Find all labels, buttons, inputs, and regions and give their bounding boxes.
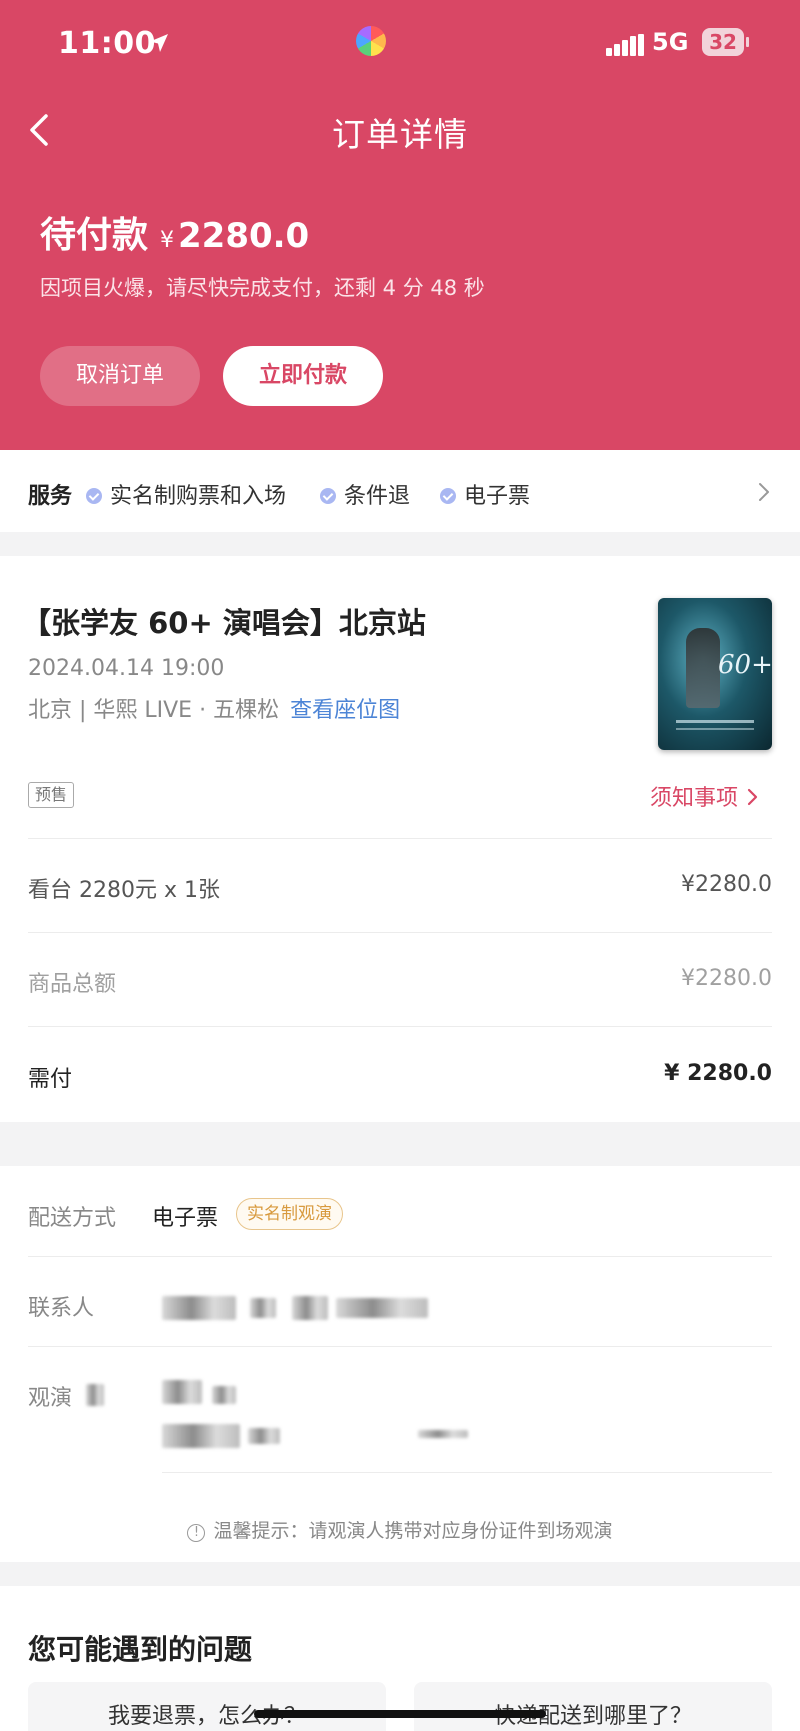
check-icon: [86, 488, 102, 504]
subtotal-label: 商品总额: [28, 972, 117, 997]
total-value: ¥ 2280.0: [664, 1061, 772, 1086]
service-item: 条件退: [320, 478, 410, 510]
attendee-label: 观演: [28, 1386, 73, 1411]
total-label: 需付: [28, 1067, 73, 1092]
tip-row: ! 温馨提示：请观演人携带对应身份证件到场观演: [0, 1516, 800, 1543]
event-datetime: 2024.04.14 19:00: [28, 656, 225, 681]
faq-refund-button[interactable]: 我要退票，怎么办？: [28, 1682, 386, 1731]
status-currency: ¥: [160, 228, 175, 253]
status-bar: 11:00 5G 32: [0, 20, 800, 70]
divider: [162, 1472, 772, 1473]
contact-label: 联系人: [28, 1296, 95, 1321]
faq-delivery-button[interactable]: 快递配送到哪里了？: [414, 1682, 772, 1731]
order-header: 11:00 5G 32 订单详情 待付款 ¥2280.0 因项目火爆，请尽快完成支…: [0, 0, 800, 450]
faq-title: 您可能遇到的问题: [28, 1633, 253, 1666]
chevron-right-icon: [747, 788, 758, 806]
delivery-method-value: 电子票: [152, 1206, 219, 1231]
delivery-method-label: 配送方式: [28, 1206, 117, 1231]
divider: [28, 838, 772, 839]
cellular-signal-icon: [606, 34, 644, 56]
battery-icon: 32: [702, 28, 744, 56]
ticket-value: ¥2280.0: [681, 872, 772, 897]
check-icon: [440, 488, 456, 504]
event-card: 【张学友 60+ 演唱会】北京站 2024.04.14 19:00 北京 | 华…: [0, 556, 800, 1122]
real-name-badge: 实名制观演: [236, 1198, 343, 1230]
divider: [28, 1346, 772, 1347]
redacted-attendee: [212, 1386, 236, 1404]
divider: [28, 932, 772, 933]
service-item: 实名制购票和入场: [86, 478, 286, 510]
notice-link[interactable]: 须知事项: [650, 780, 762, 812]
event-venue: 北京 | 华熙 LIVE · 五棵松 查看座位图: [28, 692, 400, 724]
info-icon: !: [187, 1524, 206, 1542]
app-logo-icon: [356, 26, 386, 56]
network-type: 5G: [652, 28, 689, 56]
event-title: 【张学友 60+ 演唱会】北京站: [22, 606, 426, 640]
poster-figure: [686, 628, 720, 708]
ticket-label: 看台 2280元 x 1张: [28, 878, 220, 903]
redacted-attendee: [162, 1380, 202, 1404]
home-indicator[interactable]: [254, 1710, 546, 1718]
venue-text: 北京 | 华熙 LIVE · 五棵松: [28, 698, 280, 723]
presale-tag: 预售: [28, 782, 75, 808]
cancel-order-button[interactable]: 取消订单: [40, 346, 200, 406]
redacted-contact: [336, 1298, 428, 1318]
event-poster[interactable]: 60+: [658, 598, 772, 750]
pay-now-button[interactable]: 立即付款: [223, 346, 383, 406]
redacted-attendee: [418, 1430, 468, 1438]
check-icon: [320, 488, 336, 504]
payment-countdown-text: 因项目火爆，请尽快完成支付，还剩 4 分 48 秒: [40, 276, 485, 300]
poster-text: 60+: [718, 650, 772, 680]
redacted-contact: [250, 1298, 276, 1318]
seat-map-link[interactable]: 查看座位图: [290, 698, 400, 723]
status-label: 待付款: [40, 215, 149, 256]
services-title: 服务: [28, 484, 73, 509]
location-arrow-icon: [150, 34, 168, 52]
page-title: 订单详情: [332, 115, 468, 154]
redacted-contact: [162, 1296, 236, 1320]
status-time: 11:00: [58, 26, 156, 61]
services-row[interactable]: 服务 实名制购票和入场 条件退 电子票: [0, 450, 800, 532]
service-label: 条件退: [344, 484, 411, 509]
order-status: 待付款 ¥2280.0: [40, 206, 309, 256]
poster-line: [676, 720, 754, 723]
notice-label: 须知事项: [650, 786, 739, 811]
redacted-attendee: [248, 1428, 280, 1444]
subtotal-value: ¥2280.0: [681, 966, 772, 991]
delivery-card: 配送方式 电子票 实名制观演 联系人 观演 ! 温馨提示：请观演人携带对应身份证件…: [0, 1166, 800, 1562]
redacted-attendee: [162, 1424, 240, 1448]
battery-tip: [746, 37, 749, 47]
status-amount: 2280.0: [178, 216, 310, 256]
redacted-contact: [292, 1296, 328, 1320]
divider: [28, 1026, 772, 1027]
poster-line: [676, 728, 754, 730]
service-item: 电子票: [440, 478, 530, 510]
service-label: 实名制购票和入场: [110, 484, 287, 509]
divider: [28, 1256, 772, 1257]
service-label: 电子票: [464, 484, 531, 509]
chevron-right-icon[interactable]: [754, 480, 774, 504]
redacted-attendee: [86, 1384, 104, 1406]
tip-text: 温馨提示：请观演人携带对应身份证件到场观演: [213, 1520, 613, 1542]
